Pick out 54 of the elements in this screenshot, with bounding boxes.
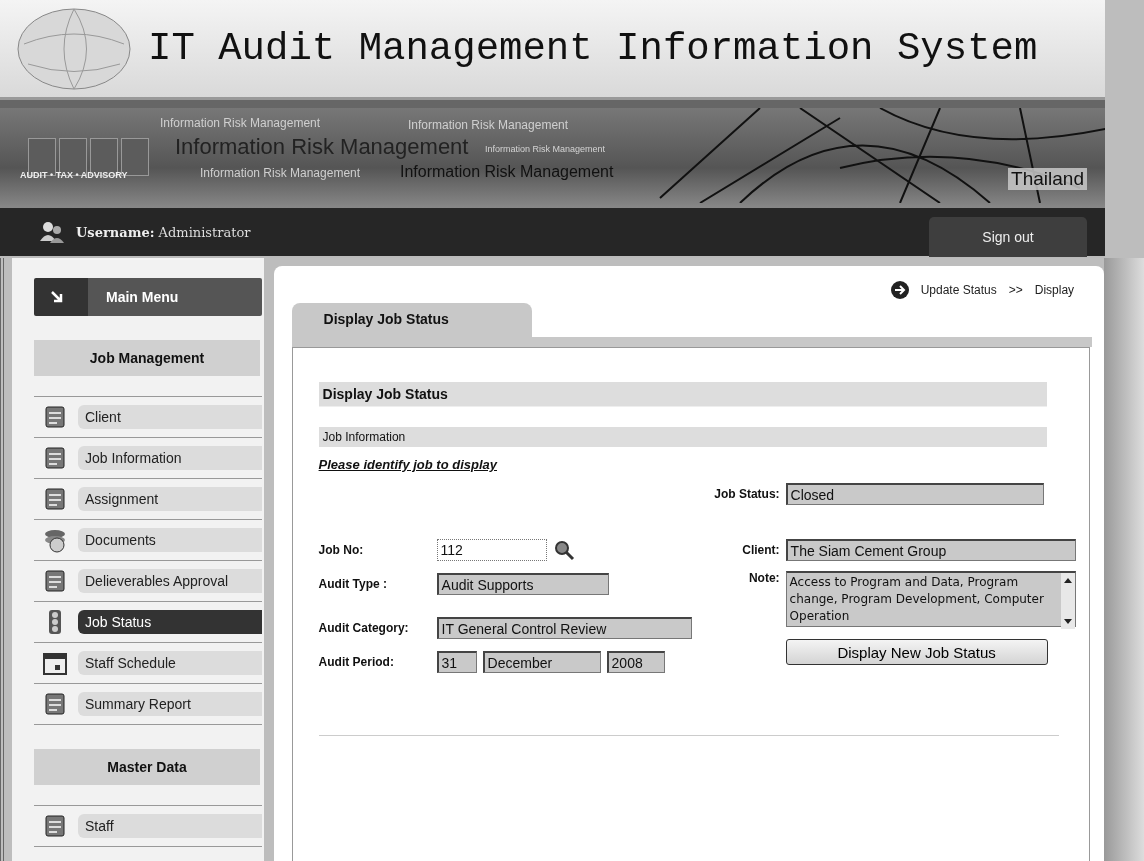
audit-type-field[interactable]: Audit Supports — [436, 573, 609, 595]
sidebar-item[interactable]: Delieverables Approval — [78, 569, 262, 593]
field-label: Audit Type : — [318, 577, 388, 591]
users-icon — [40, 221, 64, 243]
breadcrumb-link[interactable]: Update Status — [920, 283, 997, 297]
client-field[interactable]: The Siam Cement Group — [785, 539, 1076, 561]
username-text: Username: Administrator — [76, 224, 252, 240]
section-heading: Job Management — [34, 340, 260, 376]
field-label: Audit Period: — [318, 655, 395, 669]
banner-country: Thailand — [1008, 168, 1087, 190]
arrow-icon — [50, 290, 64, 304]
note-field[interactable]: Access to Program and Data, Program change, Program Development, Computer Operation — [785, 571, 1076, 627]
day-field[interactable]: 31 — [436, 651, 477, 673]
sidebar-item[interactable]: Client — [78, 405, 262, 429]
section-heading: Job Information — [318, 427, 1047, 447]
sidebar-item[interactable]: Assignment — [78, 487, 262, 511]
identify-job-link[interactable]: Please identify job to display — [318, 457, 497, 472]
banner-text: Information Risk Management — [400, 163, 614, 181]
disc-stack-icon — [42, 527, 68, 553]
job-number-field[interactable]: 112 — [436, 539, 547, 561]
breadcrumb-current: Display — [1034, 283, 1075, 297]
app-title: IT Audit Management Information System — [148, 26, 1038, 71]
tab[interactable]: Display Job Status — [291, 303, 532, 337]
banner-tagline: AUDIT • TAX • ADVISORY — [20, 170, 128, 180]
year-field[interactable]: 2008 — [606, 651, 665, 673]
sidebar-item[interactable]: Job Information — [78, 446, 262, 470]
sidebar-item[interactable]: Job Status — [78, 610, 262, 634]
scrollbar-icon — [1060, 573, 1075, 629]
banner-text: Information Risk Management — [485, 144, 606, 154]
search-icon[interactable] — [552, 539, 575, 561]
field-label: Client: — [741, 543, 780, 557]
banner-text: Information Risk Management — [175, 134, 469, 160]
main-menu-title: Main Menu — [106, 289, 179, 305]
field-label: Job No: — [318, 543, 365, 557]
banner-text: Information Risk Management — [200, 166, 361, 180]
sidebar-item[interactable]: Staff — [78, 814, 262, 838]
section-heading: Master Data — [34, 749, 260, 785]
field-label: Job Status: — [714, 487, 780, 501]
sign-out-button[interactable]: Sign out — [929, 217, 1087, 257]
month-field[interactable]: December — [482, 651, 601, 673]
display-new-job-status-button[interactable]: Display New Job Status — [785, 639, 1048, 665]
form-heading: Display Job Status — [318, 382, 1047, 407]
banner-text: Information Risk Management — [160, 116, 321, 130]
job-status-field[interactable]: Closed — [785, 483, 1044, 505]
sidebar-item[interactable]: Staff Schedule — [78, 651, 262, 675]
breadcrumb-separator: >> — [1008, 283, 1023, 297]
arrow-circle-icon — [890, 281, 909, 299]
banner-text: Information Risk Management — [408, 118, 569, 132]
field-label: Audit Category: — [318, 621, 410, 635]
field-label: Note: — [747, 571, 780, 585]
sidebar-item[interactable]: Summary Report — [78, 692, 262, 716]
sidebar-item[interactable]: Documents — [78, 528, 262, 552]
audit-category-field[interactable]: IT General Control Review — [436, 617, 692, 639]
calendar-icon — [42, 650, 68, 676]
